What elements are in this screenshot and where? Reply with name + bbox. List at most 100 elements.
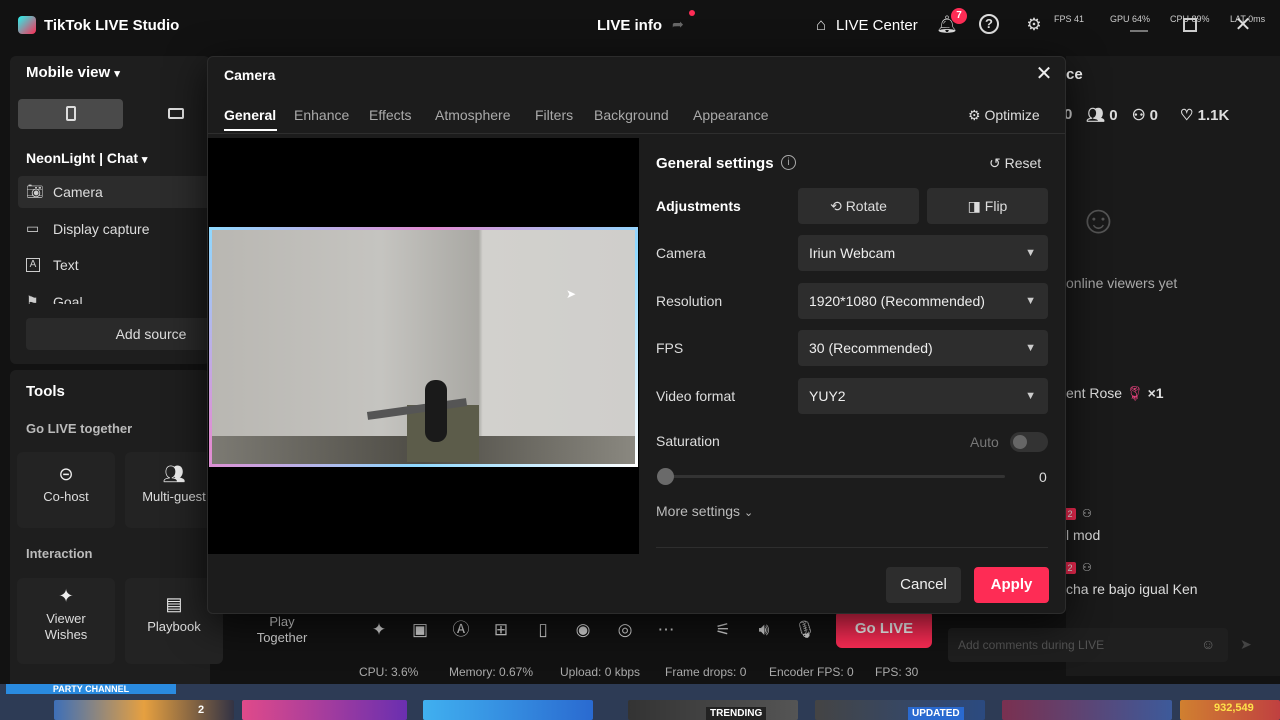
rotate-button[interactable]: ⟲ Rotate xyxy=(798,188,919,224)
saturation-label: Saturation xyxy=(656,433,720,449)
effects-icon[interactable]: ⊞ xyxy=(489,618,513,642)
close-window-icon[interactable]: ✕ xyxy=(1232,14,1254,36)
home-icon[interactable]: ⌂ xyxy=(810,14,832,36)
general-settings-title: General settings xyxy=(656,155,774,172)
tab-general[interactable]: General xyxy=(224,107,276,123)
sliders-icon[interactable]: ⚟ xyxy=(711,618,735,642)
tab-enhance[interactable]: Enhance xyxy=(294,107,349,123)
speaker-icon[interactable]: 🔊︎ xyxy=(752,618,776,642)
camera-label: Camera xyxy=(656,245,706,261)
viewer-wishes-button[interactable]: ✦ Viewer Wishes xyxy=(17,578,115,664)
phone-icon[interactable]: ▯ xyxy=(531,618,555,642)
more-settings-label: More settings xyxy=(656,503,741,519)
audience-heading: ce xyxy=(1066,66,1083,83)
notification-badge: 7 xyxy=(951,8,967,24)
video-format-value: YUY2 xyxy=(809,388,846,404)
heart-icon: ♡ xyxy=(1180,107,1194,124)
camera-settings-icon[interactable]: ◎ xyxy=(613,618,637,642)
tab-effects[interactable]: Effects xyxy=(369,107,412,123)
no-viewers-text: online viewers yet xyxy=(1066,275,1178,291)
viewer-wishes-label: Viewer Wishes xyxy=(44,611,88,642)
flip-button[interactable]: ◨ Flip xyxy=(927,188,1048,224)
active-tab-indicator xyxy=(224,129,277,131)
tab-atmosphere[interactable]: Atmosphere xyxy=(435,107,510,123)
resolution-value: 1920*1080 (Recommended) xyxy=(809,293,985,309)
thumbnail[interactable] xyxy=(1002,700,1172,720)
cohost-label: Co-host xyxy=(43,489,89,504)
play-together-label: Play Together xyxy=(256,614,308,645)
live-info-button[interactable]: LIVE info xyxy=(597,17,662,34)
chevron-down-icon: ▾ xyxy=(141,154,148,166)
more-settings-toggle[interactable]: More settings ⌄ xyxy=(656,503,753,519)
saturation-slider[interactable] xyxy=(665,475,1005,478)
fps-select[interactable]: 30 (Recommended) ▼ xyxy=(798,330,1048,366)
source-item-display-capture[interactable]: ▭ Display capture xyxy=(18,213,218,245)
interaction-heading: Interaction xyxy=(26,546,93,561)
tab-appearance[interactable]: Appearance xyxy=(693,107,769,123)
source-item-text[interactable]: A Text xyxy=(18,249,218,281)
text-icon: A xyxy=(26,258,40,272)
coin-counter: 932,549 xyxy=(1214,702,1254,714)
tab-filters[interactable]: Filters xyxy=(535,107,573,123)
live-center-button[interactable]: LIVE Center xyxy=(836,17,918,34)
encoder-fps-status: Encoder FPS: 0 xyxy=(769,665,854,679)
fps-value: 30 (Recommended) xyxy=(809,340,933,356)
more-icon[interactable]: ⋯ xyxy=(654,618,678,642)
microphone-icon[interactable]: 🎙︎ xyxy=(793,618,817,642)
apply-button[interactable]: Apply xyxy=(974,567,1049,603)
portrait-toggle[interactable] xyxy=(18,99,123,129)
gear-icon[interactable]: ⚙ xyxy=(1023,14,1045,36)
video-format-select[interactable]: YUY2 ▼ xyxy=(798,378,1048,414)
optimize-label: Optimize xyxy=(984,107,1040,123)
share-arrow-icon[interactable]: ➦ xyxy=(672,16,684,33)
cancel-button[interactable]: Cancel xyxy=(886,567,961,603)
video-format-label: Video format xyxy=(656,388,736,404)
party-channel-label: PARTY CHANNEL xyxy=(6,684,176,694)
maximize-icon[interactable] xyxy=(1183,18,1197,32)
resolution-select[interactable]: 1920*1080 (Recommended) ▼ xyxy=(798,283,1048,319)
reset-icon: ↺ xyxy=(989,155,1001,171)
optimize-button[interactable]: ⚙ Optimize xyxy=(968,107,1040,124)
comment-text: l mod xyxy=(1066,527,1101,543)
stat-value: 0 xyxy=(1149,107,1158,124)
ai-icon[interactable]: Ⓐ xyxy=(449,618,473,642)
landscape-icon xyxy=(168,108,184,119)
viewers-stat: 👥︎ 0 xyxy=(1086,106,1118,124)
camera-icon: 📷︎ xyxy=(26,183,44,199)
mobile-view-dropdown[interactable]: Mobile view ▾ xyxy=(26,64,120,81)
source-item-camera[interactable]: 📷︎ Camera xyxy=(18,176,218,208)
trending-label: TRENDING xyxy=(706,707,767,720)
thumbnail[interactable] xyxy=(54,700,234,720)
record-icon[interactable]: ◉ xyxy=(571,618,595,642)
magic-wand-icon[interactable]: ✦ xyxy=(367,618,391,642)
video-effects-icon[interactable]: ▣ xyxy=(408,618,432,642)
memory-status: Memory: 0.67% xyxy=(449,665,534,679)
reset-button[interactable]: ↺ Reset xyxy=(989,155,1041,172)
saturation-slider-handle[interactable] xyxy=(657,468,674,485)
source-item-goal[interactable]: ⚑ Goal xyxy=(18,286,218,304)
send-icon[interactable]: ➤ xyxy=(1240,636,1252,653)
emoji-icon[interactable]: ☺ xyxy=(1201,636,1215,652)
cohost-button[interactable]: ⊝ Co-host xyxy=(17,452,115,528)
source-label: Text xyxy=(53,257,79,273)
person-icon: ⚇ xyxy=(1132,107,1146,124)
tools-title: Tools xyxy=(26,383,65,400)
auto-label: Auto xyxy=(970,434,999,450)
tab-background[interactable]: Background xyxy=(594,107,669,123)
chevron-down-icon: ▼ xyxy=(1025,390,1036,402)
adjustments-label: Adjustments xyxy=(656,198,741,214)
scene-dropdown[interactable]: NeonLight | Chat ▾ xyxy=(26,150,147,166)
followers-stat: ⚇ 0 xyxy=(1132,106,1158,124)
close-icon[interactable]: ✕ xyxy=(1034,64,1054,84)
minimize-icon[interactable] xyxy=(1130,30,1148,32)
camera-select[interactable]: Iriun Webcam ▼ xyxy=(798,235,1048,271)
user-icon: ⚇ xyxy=(1082,508,1092,520)
add-source-button[interactable]: Add source xyxy=(26,318,216,350)
thumbnail[interactable] xyxy=(242,700,407,720)
info-icon[interactable]: i xyxy=(781,155,796,170)
source-label: Camera xyxy=(53,184,103,200)
go-live-button[interactable]: Go LIVE xyxy=(836,610,932,648)
help-icon[interactable]: ? xyxy=(979,14,999,34)
thumbnail[interactable] xyxy=(423,700,593,720)
comment-input[interactable]: Add comments during LIVE xyxy=(948,628,1228,662)
